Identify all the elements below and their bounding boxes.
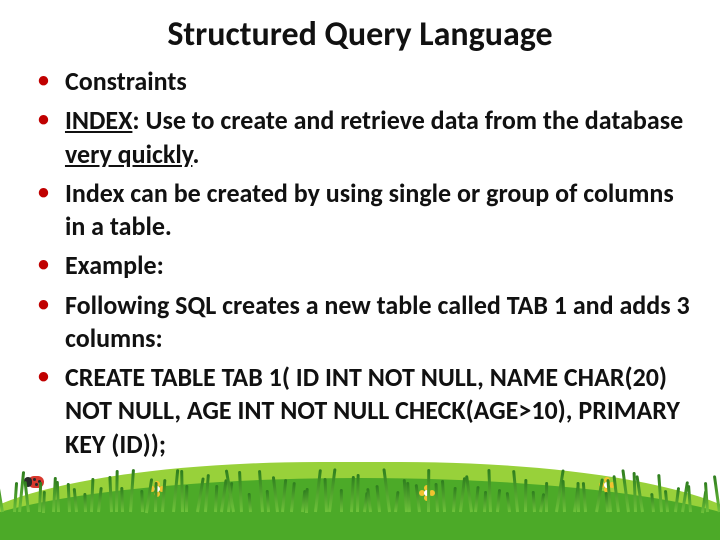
- grass-blade-icon: [545, 482, 548, 512]
- bullet-item: • Following SQL creates a new table call…: [38, 289, 690, 356]
- bullet-dot-icon: •: [38, 177, 49, 244]
- bullet-dot-icon: •: [38, 104, 49, 171]
- bullet-item: • CREATE TABLE TAB 1( ID INT NOT NULL, N…: [38, 361, 690, 461]
- slide: Structured Query Language • Constraints …: [0, 0, 720, 540]
- bullet-text: CREATE TABLE TAB 1( ID INT NOT NULL, NAM…: [65, 361, 690, 461]
- bullet-text: Following SQL creates a new table called…: [65, 289, 690, 356]
- bullet-text: Index can be created by using single or …: [65, 177, 690, 244]
- underline-text: INDEX: [65, 104, 132, 136]
- grass-decoration: [0, 448, 720, 540]
- bullet-dot-icon: •: [38, 361, 49, 461]
- grass-blade-icon: [427, 469, 430, 512]
- bullet-dot-icon: •: [38, 249, 49, 282]
- inline-text: : Use to create and retrieve data from t…: [132, 104, 683, 136]
- grass-blade-icon: [83, 493, 87, 512]
- underline-text: very quickly: [65, 138, 192, 170]
- grass-blade-icon: [704, 482, 709, 512]
- bullet-item: • Index can be created by using single o…: [38, 177, 690, 244]
- grass-blade-icon: [340, 489, 343, 512]
- bullet-text: Constraints: [65, 65, 690, 98]
- bullet-dot-icon: •: [38, 65, 49, 98]
- grass-blade-icon: [140, 490, 144, 512]
- inline-text: .: [192, 138, 199, 170]
- grass-blade-icon: [576, 482, 580, 512]
- bullet-item: • INDEX: Use to create and retrieve data…: [38, 104, 690, 171]
- grass-blade-icon: [265, 490, 269, 512]
- bullet-dot-icon: •: [38, 289, 49, 356]
- bullet-text: INDEX: Use to create and retrieve data f…: [65, 104, 690, 171]
- slide-title: Structured Query Language: [0, 0, 720, 59]
- bullet-item: • Constraints: [38, 65, 690, 98]
- bullet-item: • Example:: [38, 249, 690, 282]
- slide-body: • Constraints • INDEX: Use to create and…: [0, 65, 720, 461]
- bullet-text: Example:: [65, 249, 690, 282]
